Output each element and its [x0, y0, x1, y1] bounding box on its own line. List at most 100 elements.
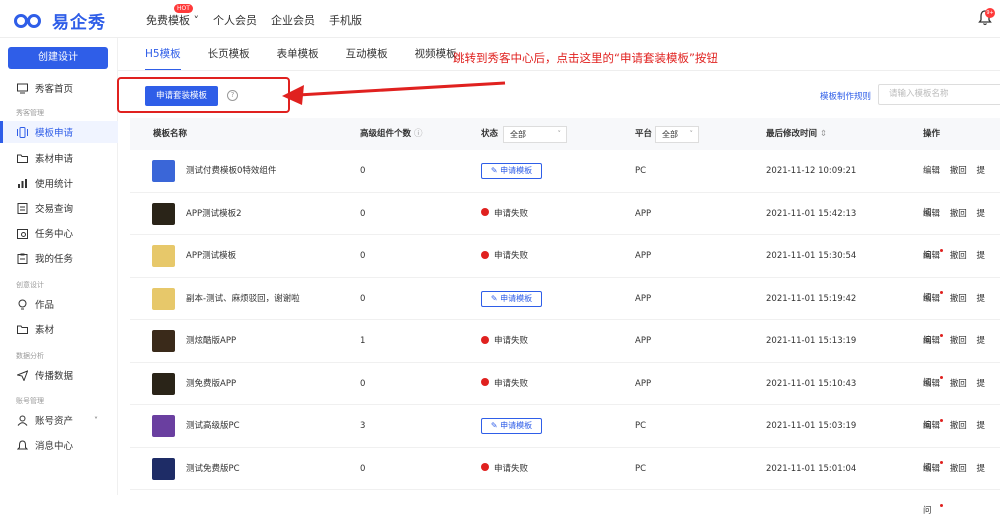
logo[interactable]: 易企秀: [14, 8, 106, 33]
edit-link[interactable]: 编辑: [923, 294, 940, 304]
template-name[interactable]: 测免费版APP: [186, 363, 236, 405]
withdraw-link[interactable]: 撤回: [950, 166, 967, 176]
row-actions: 编辑 撤回 提问: [923, 193, 1000, 261]
modified-time: 2021-11-01 15:19:42: [766, 293, 857, 304]
template-search-input[interactable]: 请输入模板名称: [878, 84, 1000, 105]
sidebar-item-label: 传播数据: [35, 371, 74, 382]
sidebar-item-template-apply[interactable]: 模板申请: [0, 121, 118, 143]
template-thumbnail[interactable]: [152, 287, 175, 310]
sidebar-item-transactions[interactable]: 交易查询: [0, 197, 118, 219]
platform: PC: [635, 421, 647, 431]
status-failed: 申请失败: [481, 363, 528, 405]
template-thumbnail[interactable]: [152, 202, 175, 225]
row-actions: 编辑 撤回 提问: [923, 363, 1000, 431]
tab-h5[interactable]: H5模板: [145, 46, 181, 71]
apply-template-button[interactable]: ✎ 申请模板: [481, 290, 542, 307]
advanced-count: 0: [360, 166, 366, 176]
edit-link[interactable]: 编辑: [923, 464, 940, 474]
sidebar-item-materials[interactable]: 素材: [0, 318, 118, 340]
tab-long-page[interactable]: 长页模板: [208, 46, 250, 71]
tab-video[interactable]: 视频模板: [415, 46, 457, 71]
sidebar-item-messages[interactable]: 消息中心: [0, 434, 118, 456]
edit-link[interactable]: 编辑: [923, 379, 940, 389]
template-name[interactable]: APP测试模板: [186, 235, 236, 277]
edit-link[interactable]: 编辑: [923, 166, 940, 176]
logo-icon: [14, 12, 48, 30]
template-rules-link[interactable]: 模板制作规则: [820, 90, 871, 102]
template-thumbnail[interactable]: [152, 415, 175, 437]
fail-icon: [481, 463, 489, 471]
sidebar-item-works[interactable]: 作品: [0, 293, 118, 315]
chevron-down-icon[interactable]: ˅: [94, 416, 98, 425]
table-row: 副本-测试、麻烦驳回，谢谢啦 0 ✎ 申请模板 APP 2021-11-01 1…: [130, 278, 1000, 346]
row-actions: 编辑 撤回 提问: [923, 150, 1000, 218]
sidebar-item-usage-stats[interactable]: 使用统计: [0, 172, 118, 194]
withdraw-link[interactable]: 撤回: [950, 421, 967, 431]
apply-template-button[interactable]: ✎ 申请模板: [481, 163, 542, 179]
template-icon: [17, 126, 28, 138]
withdraw-link[interactable]: 撤回: [950, 294, 967, 304]
sidebar-item-label: 素材申请: [35, 154, 74, 165]
modified-time: 2021-11-01 15:42:13: [766, 208, 857, 219]
withdraw-link[interactable]: 撤回: [950, 209, 967, 219]
col-platform: 平台: [635, 129, 653, 139]
fail-icon: [481, 378, 489, 386]
template-thumbnail[interactable]: [152, 160, 175, 182]
tab-form[interactable]: 表单模板: [277, 46, 319, 71]
create-design-button[interactable]: 创建设计: [8, 47, 108, 69]
advanced-count: 1: [360, 336, 366, 346]
help-icon[interactable]: ⓘ: [414, 129, 423, 139]
platform-filter-select[interactable]: 全部 ˅: [655, 126, 699, 143]
template-thumbnail[interactable]: [152, 245, 175, 267]
withdraw-link[interactable]: 撤回: [950, 464, 967, 474]
sidebar-item-label: 模板申请: [35, 128, 74, 139]
tabs-divider: [118, 70, 1000, 71]
apply-suite-template-button[interactable]: 申请套装模板: [145, 86, 218, 106]
template-name[interactable]: 测炫酷版APP: [186, 320, 236, 362]
top-bar: 易企秀 免费模板 ˅ HOT 个人会员 企业会员 手机版 9+: [0, 0, 1000, 38]
nav-personal-member[interactable]: 个人会员: [213, 12, 257, 28]
tab-interactive[interactable]: 互动模板: [346, 46, 388, 71]
template-name[interactable]: 测试高级版PC: [186, 405, 240, 447]
col-modified-time[interactable]: 最后修改时间 ⇕: [766, 118, 827, 150]
status-failed: 申请失败: [481, 235, 528, 277]
table-header: 模板名称 高级组件个数 ⓘ 状态 全部 ˅ 平台 全部 ˅ 最后修改时间 ⇕ 操作: [130, 118, 1000, 150]
edit-link[interactable]: 编辑: [923, 336, 940, 346]
sidebar-item-my-tasks[interactable]: 我的任务: [0, 247, 118, 269]
template-name[interactable]: 副本-测试、麻烦驳回，谢谢啦: [186, 278, 300, 320]
template-name[interactable]: APP测试模板2: [186, 193, 241, 235]
status-filter-select[interactable]: 全部 ˅: [503, 126, 567, 143]
nav-mobile[interactable]: 手机版: [329, 12, 362, 28]
sidebar-item-account-assets[interactable]: 账号资产: [0, 409, 118, 431]
modified-time: 2021-11-01 15:13:19: [766, 336, 857, 346]
withdraw-link[interactable]: 撤回: [950, 336, 967, 346]
nav-enterprise-member[interactable]: 企业会员: [271, 12, 315, 28]
status-failed: 申请失败: [481, 448, 528, 490]
template-thumbnail[interactable]: [152, 330, 175, 352]
template-thumbnail[interactable]: [152, 372, 175, 395]
sidebar-item-label: 账号资产: [35, 416, 74, 427]
sidebar-item-home[interactable]: 秀客首页: [0, 77, 118, 99]
sidebar-item-spread-data[interactable]: 传播数据: [0, 364, 118, 386]
sidebar-item-task-center[interactable]: 任务中心: [0, 222, 118, 244]
help-icon[interactable]: ?: [227, 90, 238, 101]
withdraw-link[interactable]: 撤回: [950, 251, 967, 261]
template-thumbnail[interactable]: [152, 457, 175, 480]
template-name[interactable]: 测试付费模板0特效组件: [186, 150, 276, 192]
sidebar-item-material-apply[interactable]: 素材申请: [0, 147, 118, 169]
platform: APP: [635, 251, 652, 261]
template-name[interactable]: 测试免费版PC: [186, 448, 240, 490]
section-label-analysis: 数据分析: [16, 352, 44, 360]
edit-link[interactable]: 编辑: [923, 421, 940, 431]
modified-time: 2021-11-01 15:03:19: [766, 421, 857, 431]
apply-template-button[interactable]: ✎ 申请模板: [481, 418, 542, 434]
status-failed: 申请失败: [481, 193, 528, 235]
task-icon: [17, 228, 28, 239]
folder-icon: [17, 154, 28, 163]
withdraw-link[interactable]: 撤回: [950, 379, 967, 389]
nav-free-templates[interactable]: 免费模板 ˅ HOT: [146, 4, 199, 28]
edit-link[interactable]: 编辑: [923, 251, 940, 261]
bell-icon: [17, 439, 28, 449]
col-label: 高级组件个数: [360, 129, 412, 139]
edit-link[interactable]: 编辑: [923, 209, 940, 219]
